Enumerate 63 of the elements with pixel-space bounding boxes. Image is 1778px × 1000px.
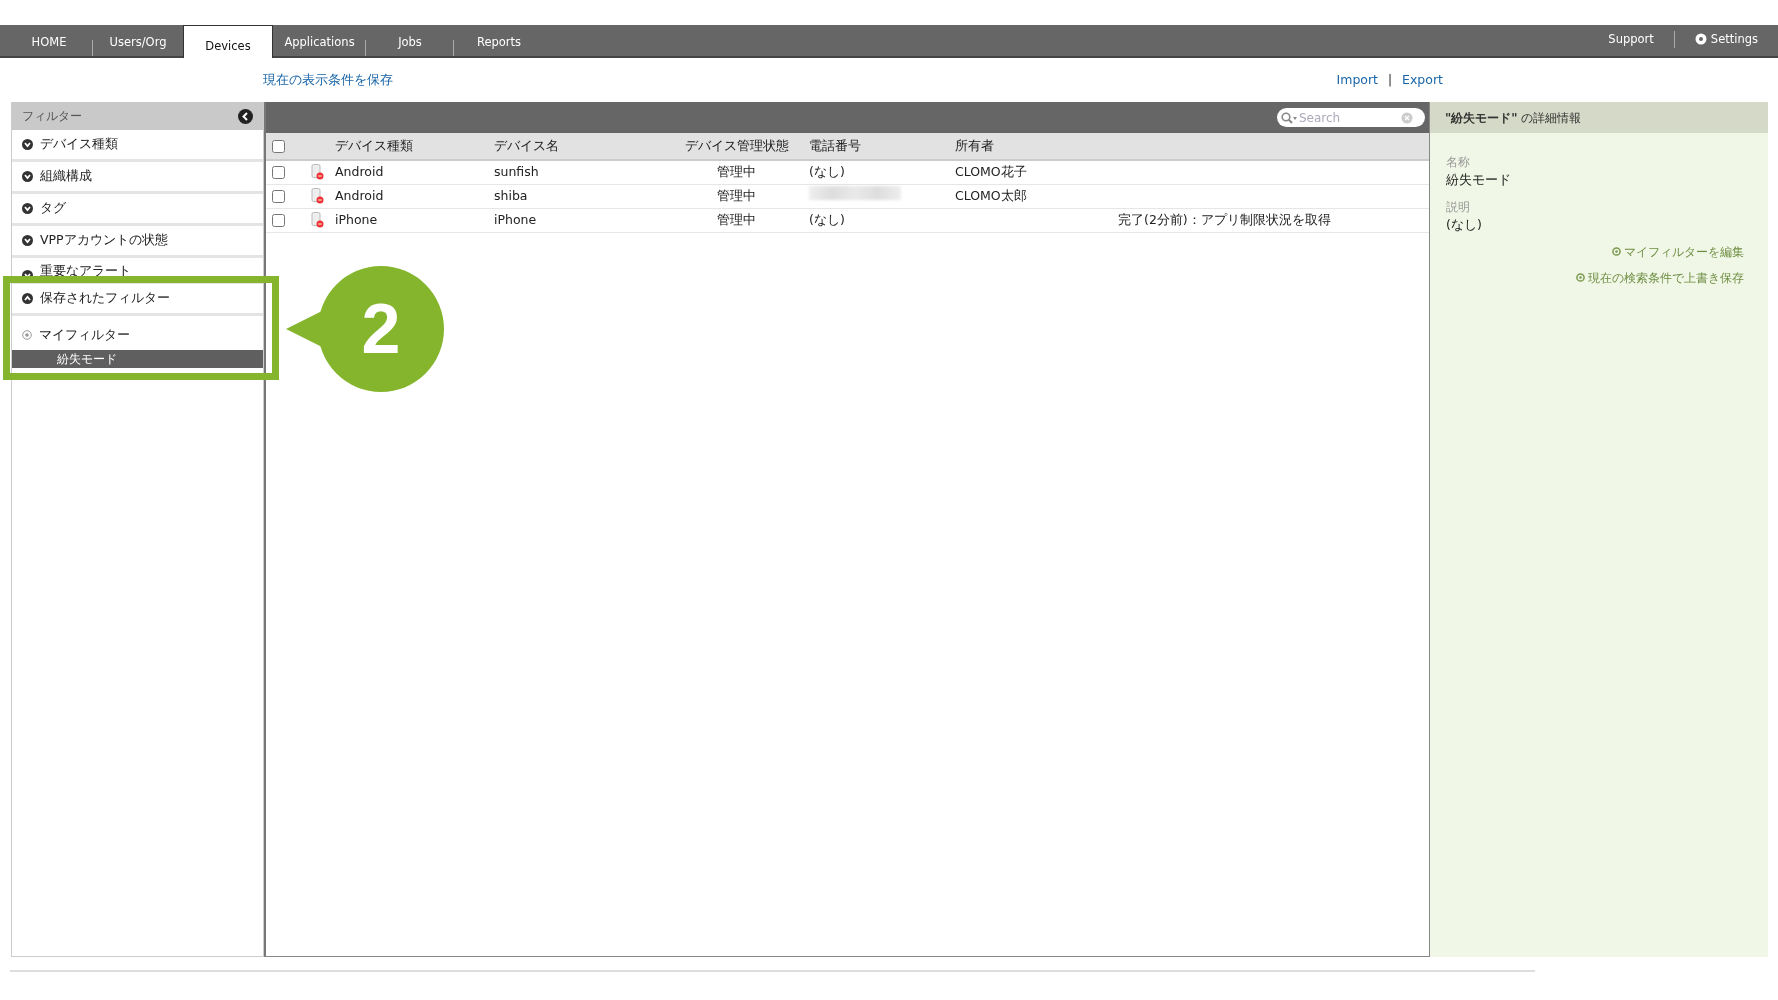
collapsed-icon [22,171,33,182]
step-number: 2 [361,290,401,368]
nav-tab[interactable]: HOME [5,33,93,56]
table-cell: sunfish [494,163,539,179]
field-value: 紛失モード [1446,171,1512,189]
sidebar-item[interactable]: 保存されたフィルター [12,284,263,316]
table-cell: iPhone [494,211,537,227]
sidebar-item[interactable]: 組織構成 [12,162,263,194]
row-checkbox[interactable] [272,213,285,227]
nav-link[interactable]: Settings [1673,30,1778,48]
filter-item[interactable]: 紛失モード [12,350,263,368]
bullet-icon [1612,247,1621,256]
table-cell: (なし) [809,163,845,179]
table-cell: CLOMO太郎 [955,187,1027,203]
radio-icon [22,330,32,340]
gear-icon [1694,33,1707,46]
nav-tab[interactable]: Devices [183,25,273,58]
collapse-icon[interactable] [238,108,253,124]
table-cell: CLOMO花子 [955,163,1027,179]
sidebar-item[interactable]: タグ [12,194,263,226]
sidebar-title: フィルター [22,108,83,125]
nav-link[interactable]: Support [1588,30,1674,48]
device-blocked-icon [311,164,324,181]
table-cell: 完了(2分前)：アプリ制限状況を取得 [1118,211,1331,227]
collapsed-icon [22,139,33,150]
import-link[interactable]: Import [1336,70,1379,90]
column-header[interactable]: 所有者 [955,137,994,153]
table-cell: (なし) [809,211,845,227]
search-field[interactable]: Search [1277,108,1425,127]
nav-tab[interactable]: Applications [273,33,366,56]
expanded-icon [22,293,33,304]
table-cell: 管理中 [717,211,756,227]
clear-icon [1401,111,1413,124]
device-blocked-icon [311,212,324,228]
table-cell: 管理中 [717,187,756,203]
sidebar-subitem[interactable]: マイフィルター [12,320,263,350]
select-all-checkbox[interactable] [272,139,285,153]
bullet-icon [1576,273,1585,282]
search-icon [1281,111,1297,124]
table-cell: iPhone [335,211,378,227]
row-checkbox[interactable] [272,165,285,179]
action-link[interactable]: マイフィルターを編集 [1612,242,1744,261]
table-cell: 管理中 [717,163,756,179]
table-cell: Android [335,163,384,179]
row-checkbox[interactable] [272,189,285,203]
detail-title: "紛失モード" の詳細情報 [1445,109,1582,127]
nav-tab[interactable]: Users/Org [93,33,183,56]
sidebar-item[interactable]: VPPアカウントの状態 [12,226,263,258]
nav-tab[interactable]: Jobs [366,33,454,56]
action-link[interactable]: 現在の検索条件で上書き保存 [1576,268,1744,287]
table-cell: shiba [494,187,528,203]
collapsed-icon [22,235,33,246]
export-link[interactable]: Export [1402,70,1443,90]
device-blocked-icon [311,188,324,204]
save-view-link[interactable]: 現在の表示条件を保存 [263,70,393,90]
field-value: (なし) [1446,215,1483,234]
table-cell: Android [335,187,384,203]
sidebar-item[interactable]: デバイス種類 [12,130,263,162]
nav-tab[interactable]: Reports [454,33,544,56]
separator-text: | [1388,72,1393,89]
field-label: 説明 [1446,198,1471,216]
collapsed-icon [22,203,33,214]
field-label: 名称 [1446,154,1471,171]
